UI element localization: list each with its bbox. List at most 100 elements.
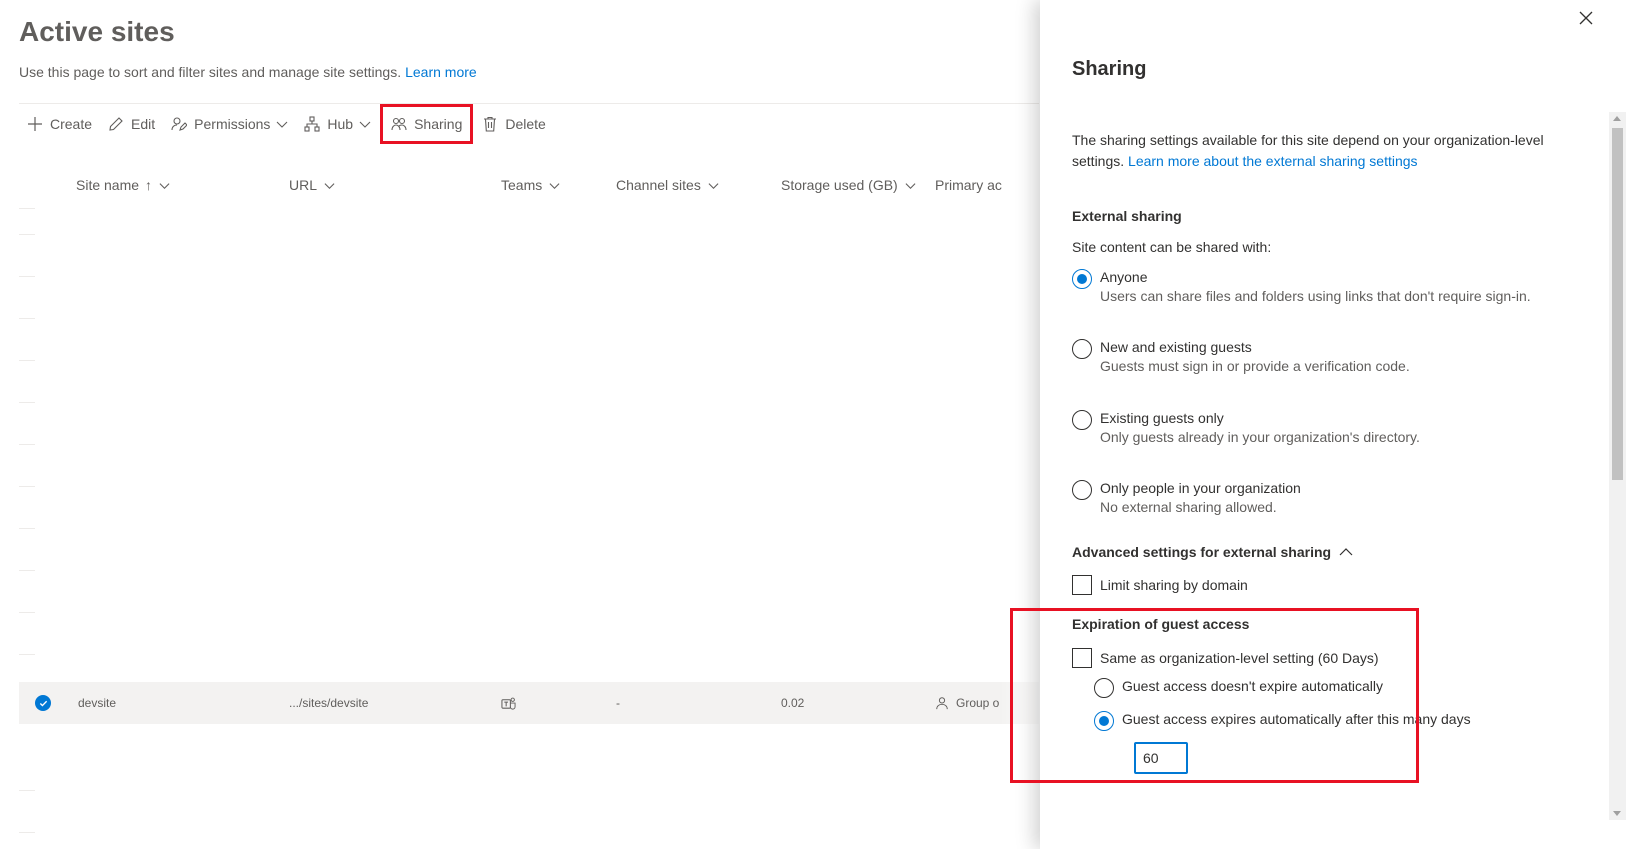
create-label: Create [50, 116, 93, 132]
cell-primary-admin: Group o [935, 682, 999, 724]
channel-sites-header-label: Channel sites [616, 177, 701, 193]
delete-label: Delete [505, 116, 546, 132]
teams-icon [501, 697, 516, 710]
page-title: Active sites [19, 16, 175, 47]
permissions-button[interactable]: Permissions [163, 108, 296, 140]
checkmark-icon [35, 695, 51, 711]
teams-header-label: Teams [501, 177, 543, 193]
row-selected-check[interactable] [35, 682, 51, 724]
row-separator [19, 612, 35, 613]
panel-title: Sharing [1072, 58, 1147, 80]
limit-sharing-by-domain-checkbox[interactable]: Limit sharing by domain [1072, 575, 1248, 595]
external-sharing-learn-more-link[interactable]: Learn more about the external sharing se… [1128, 153, 1418, 169]
checkbox-label: Limit sharing by domain [1100, 577, 1248, 593]
radio-circle [1072, 269, 1092, 289]
radio-existing-guests-only[interactable]: Existing guests only Only guests already… [1072, 409, 1420, 447]
table-row[interactable]: devsite .../sites/devsite - 0.02 Group o [19, 682, 1039, 724]
cell-storage: 0.02 [781, 696, 805, 710]
radio-existing-guests-only-text: Existing guests only Only guests already… [1100, 409, 1420, 447]
chevron-down-icon [359, 121, 371, 128]
person-icon [936, 697, 948, 710]
option-description: Users can share files and folders using … [1100, 288, 1531, 304]
site-name-header-label: Site name [76, 177, 140, 193]
storage-header-label: Storage used (GB) [781, 177, 898, 193]
chevron-down-icon [708, 182, 719, 189]
sort-ascending-icon: ↑ [145, 177, 153, 193]
row-separator [19, 654, 35, 655]
option-label: Only people in your organization [1100, 480, 1301, 496]
primary-admin-value: Group o [956, 696, 1000, 710]
cell-channel-sites: - [616, 696, 620, 710]
column-header-teams[interactable]: Teams [501, 170, 560, 200]
header-divider [19, 103, 1039, 104]
column-header-site-name[interactable]: Site name ↑ [76, 170, 170, 200]
row-separator [19, 832, 35, 833]
trash-icon [484, 116, 497, 132]
sharing-button[interactable]: Sharing [380, 104, 474, 144]
column-header-channel-sites[interactable]: Channel sites [616, 170, 719, 200]
hub-icon [304, 116, 320, 132]
hub-label: Hub [327, 116, 354, 132]
option-label: Existing guests only [1100, 410, 1224, 426]
create-button[interactable]: Create [19, 108, 100, 140]
cell-site-name[interactable]: devsite [78, 682, 116, 724]
option-description: Only guests already in your organization… [1100, 429, 1420, 445]
advanced-settings-label: Advanced settings for external sharing [1072, 544, 1332, 560]
option-label: New and existing guests [1100, 339, 1252, 355]
panel-scrollbar[interactable] [1609, 112, 1626, 820]
row-separator [19, 360, 35, 361]
column-header-primary-admin[interactable]: Primary ac [935, 170, 1002, 200]
row-separator [19, 208, 35, 209]
chevron-down-icon [277, 121, 288, 128]
radio-only-org-text: Only people in your organization No exte… [1100, 479, 1301, 517]
close-icon[interactable] [1576, 8, 1596, 28]
pencil-icon [109, 117, 123, 131]
expiration-highlight-box [1010, 608, 1419, 783]
delete-button[interactable]: Delete [474, 108, 553, 140]
scroll-up-arrow-icon[interactable] [1613, 116, 1621, 121]
shared-with-label: Site content can be shared with: [1072, 239, 1272, 255]
row-separator [19, 528, 35, 529]
radio-new-existing-guests-text: New and existing guests Guests must sign… [1100, 338, 1410, 376]
primary-admin-header-label: Primary ac [935, 177, 1002, 193]
option-description: No external sharing allowed. [1100, 499, 1277, 515]
radio-circle [1072, 339, 1092, 359]
edit-label: Edit [131, 116, 156, 132]
chevron-down-icon [549, 182, 560, 189]
option-description: Guests must sign in or provide a verific… [1100, 358, 1410, 374]
hub-button[interactable]: Hub [296, 108, 379, 140]
chevron-down-icon [324, 182, 335, 189]
scroll-down-arrow-icon[interactable] [1613, 811, 1621, 816]
advanced-settings-toggle[interactable]: Advanced settings for external sharing [1072, 544, 1353, 560]
row-separator [19, 318, 35, 319]
chevron-up-icon [1339, 548, 1353, 556]
page-description: Use this page to sort and filter sites a… [19, 64, 477, 80]
scroll-thumb[interactable] [1612, 128, 1623, 480]
command-bar: Create Edit Permissions Hub Sharing Dele… [19, 104, 554, 144]
radio-new-existing-guests[interactable]: New and existing guests Guests must sign… [1072, 338, 1410, 376]
radio-anyone[interactable]: Anyone Users can share files and folders… [1072, 268, 1531, 306]
sharing-label: Sharing [414, 116, 463, 132]
external-sharing-heading: External sharing [1072, 208, 1182, 224]
row-separator [19, 444, 35, 445]
row-separator [19, 790, 35, 791]
column-header-storage[interactable]: Storage used (GB) [781, 170, 916, 200]
permissions-label: Permissions [194, 116, 271, 132]
column-header-url[interactable]: URL [289, 170, 335, 200]
radio-only-org[interactable]: Only people in your organization No exte… [1072, 479, 1301, 517]
row-separator [19, 234, 35, 235]
row-separator [19, 486, 35, 487]
option-label: Anyone [1100, 269, 1148, 285]
learn-more-link[interactable]: Learn more [405, 64, 477, 80]
plus-icon [28, 117, 42, 131]
cell-url[interactable]: .../sites/devsite [289, 682, 368, 724]
chevron-down-icon [905, 182, 916, 189]
row-separator [19, 402, 35, 403]
radio-circle [1072, 480, 1092, 500]
edit-button[interactable]: Edit [100, 108, 163, 140]
cell-teams [501, 682, 516, 724]
people-icon [391, 117, 407, 131]
url-header-label: URL [289, 177, 318, 193]
radio-circle [1072, 410, 1092, 430]
row-separator [19, 570, 35, 571]
